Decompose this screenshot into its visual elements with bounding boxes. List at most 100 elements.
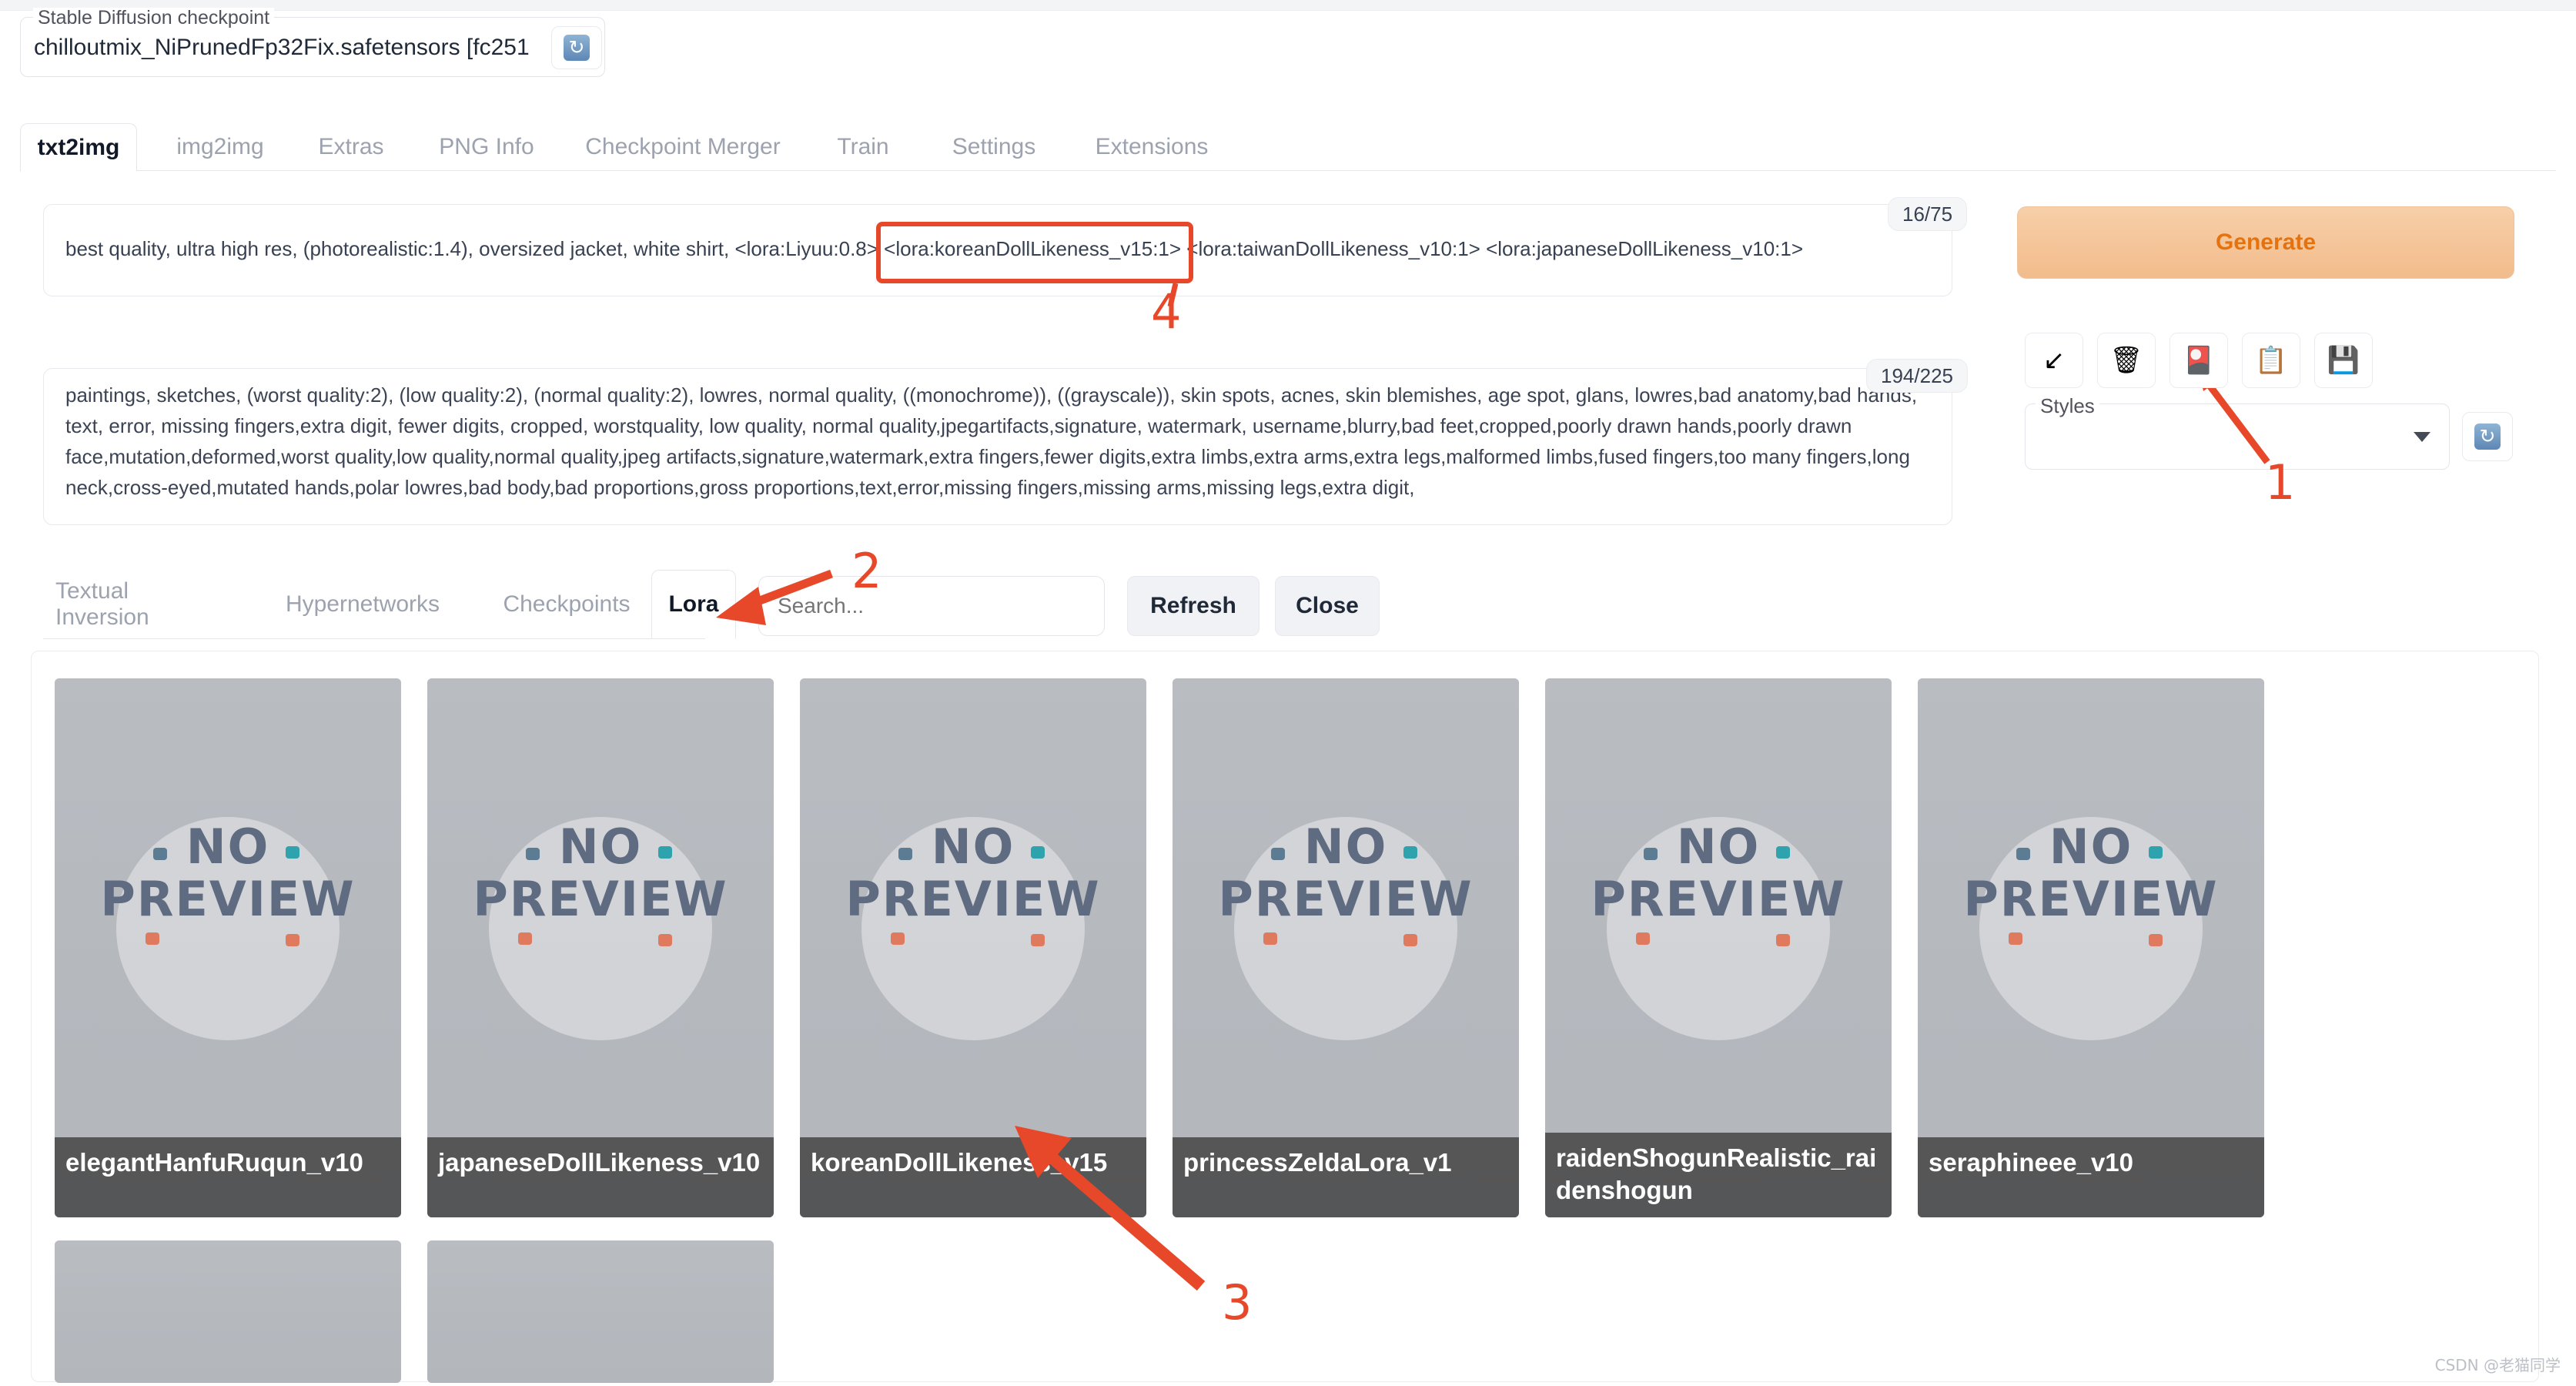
checkpoint-label: Stable Diffusion checkpoint xyxy=(33,8,275,28)
extra-networks-tab-hypernetworks[interactable]: Hypernetworks xyxy=(266,570,459,639)
no-preview-line1: NO xyxy=(1303,819,1388,875)
checkpoint-selector[interactable]: Stable Diffusion checkpoint chilloutmix_… xyxy=(20,8,605,77)
clipboard-button[interactable]: 📋 xyxy=(2242,333,2300,388)
checkpoint-refresh-button[interactable]: ↻ xyxy=(551,26,602,69)
prompt-token-counter: 16/75 xyxy=(1888,197,1968,231)
no-preview-line1: NO xyxy=(186,819,270,875)
tab-img2img[interactable]: img2img xyxy=(159,123,282,171)
no-preview-fleck xyxy=(2149,934,2163,946)
styles-label: Styles xyxy=(2036,394,2099,418)
tab-label: Extras xyxy=(318,134,384,159)
tab-train[interactable]: Train xyxy=(813,123,913,171)
close-networks-button[interactable]: Close xyxy=(1275,576,1380,636)
trash-button[interactable]: 🗑 xyxy=(2097,333,2156,388)
negative-prompt-token-counter: 194/225 xyxy=(1866,359,1968,393)
tab-png-info[interactable]: PNG Info xyxy=(420,123,553,171)
tab-label: PNG Info xyxy=(439,134,534,159)
extra-networks-tab-textual-inversion[interactable]: Textual Inversion xyxy=(43,570,236,639)
lora-card-name: japaneseDollLikeness_v10 xyxy=(427,1137,774,1217)
checkpoint-dropdown[interactable]: Stable Diffusion checkpoint chilloutmix_… xyxy=(20,8,605,77)
tab-label: Checkpoint Merger xyxy=(585,134,781,159)
no-preview-line1: NO xyxy=(1676,819,1761,875)
tab-extras[interactable]: Extras xyxy=(297,123,405,171)
generate-button[interactable]: Generate xyxy=(2017,206,2514,279)
lora-card[interactable]: NO PREVIEW raidenShogunRealistic_raidensho… xyxy=(1545,678,1892,1217)
no-preview-line1: NO xyxy=(558,819,643,875)
extra-networks-tab-rule xyxy=(43,638,705,639)
negative-prompt-value: paintings, sketches, (worst quality:2), … xyxy=(65,383,1918,499)
no-preview-text: NO PREVIEW xyxy=(427,821,774,926)
no-preview-fleck xyxy=(1776,934,1790,946)
extra-networks-tab-label: Checkpoints xyxy=(503,591,631,617)
arrow-down-left-button[interactable]: ↙ xyxy=(2025,333,2083,388)
refresh-icon: ↻ xyxy=(564,35,590,61)
lora-cards-panel: NO PREVIEW elegantHanfuRuqun_v10 NO PREVIEW j… xyxy=(31,651,2539,1383)
trash-icon: 🗑 xyxy=(2109,346,2143,375)
lora-card-name: princessZeldaLora_v1 xyxy=(1173,1137,1519,1217)
extra-networks-tab-label: Textual Inversion xyxy=(55,578,149,630)
annotation-marker-2: 2 xyxy=(851,543,882,599)
close-networks-label: Close xyxy=(1296,593,1359,618)
no-preview-fleck xyxy=(518,932,532,945)
search-input[interactable] xyxy=(758,576,1105,636)
extra-networks-tab-lora[interactable]: Lora xyxy=(651,570,736,639)
caret-down-icon[interactable] xyxy=(2414,432,2430,442)
lora-card-name: raidenShogunRealistic_raidenshogun xyxy=(1545,1133,1892,1217)
tab-label: txt2img xyxy=(37,134,120,160)
refresh-networks-label: Refresh xyxy=(1150,593,1236,618)
extra-networks-tab-checkpoints[interactable]: Checkpoints xyxy=(490,570,644,639)
lora-card-thumbnail xyxy=(55,1240,401,1383)
save-button[interactable]: 💾 xyxy=(2314,333,2373,388)
no-preview-line2: PREVIEW xyxy=(1218,871,1474,927)
lora-card[interactable] xyxy=(55,1240,401,1383)
extra-networks-button[interactable]: 🎴 xyxy=(2170,333,2228,388)
annotation-marker-1: 1 xyxy=(2265,454,2296,511)
extra-networks-icon: 🎴 xyxy=(2182,346,2216,375)
clipboard-icon: 📋 xyxy=(2254,346,2288,375)
lora-card-name: elegantHanfuRuqun_v10 xyxy=(55,1137,401,1217)
no-preview-line2: PREVIEW xyxy=(1591,871,1846,927)
tab-label: Settings xyxy=(952,134,1036,159)
highlight-rect-lora-token xyxy=(876,222,1193,283)
no-preview-fleck xyxy=(1031,934,1045,946)
no-preview-line2: PREVIEW xyxy=(1963,871,2219,927)
negative-prompt-textarea[interactable]: paintings, sketches, (worst quality:2), … xyxy=(43,368,1952,525)
styles-refresh-button[interactable]: ↻ xyxy=(2462,412,2513,461)
tab-txt2img[interactable]: txt2img xyxy=(20,123,137,172)
tab-extensions[interactable]: Extensions xyxy=(1075,123,1229,171)
no-preview-line2: PREVIEW xyxy=(100,871,356,927)
no-preview-line1: NO xyxy=(2049,819,2133,875)
no-preview-line2: PREVIEW xyxy=(473,871,728,927)
no-preview-fleck xyxy=(1263,932,1277,945)
no-preview-fleck xyxy=(1403,934,1417,946)
lora-card[interactable]: NO PREVIEW japaneseDollLikeness_v10 xyxy=(427,678,774,1217)
no-preview-text: NO PREVIEW xyxy=(1173,821,1519,926)
no-preview-line2: PREVIEW xyxy=(845,871,1101,927)
tab-label: img2img xyxy=(176,134,264,159)
lora-card[interactable]: NO PREVIEW elegantHanfuRuqun_v10 xyxy=(55,678,401,1217)
tab-checkpoint-merger[interactable]: Checkpoint Merger xyxy=(568,123,798,171)
arrow-down-left-icon: ↙ xyxy=(2042,346,2066,375)
no-preview-text: NO PREVIEW xyxy=(55,821,401,926)
no-preview-fleck xyxy=(658,934,672,946)
no-preview-fleck xyxy=(1636,932,1650,945)
save-icon: 💾 xyxy=(2327,346,2360,375)
no-preview-fleck xyxy=(891,932,905,945)
no-preview-fleck xyxy=(146,932,159,945)
refresh-networks-button[interactable]: Refresh xyxy=(1127,576,1260,636)
generate-button-label: Generate xyxy=(2215,229,2317,255)
no-preview-fleck xyxy=(286,934,299,946)
no-preview-fleck xyxy=(2009,932,2022,945)
main-tab-bar: txt2img img2img Extras PNG Info Checkpoint M… xyxy=(20,123,2556,172)
lora-card[interactable]: NO PREVIEW princessZeldaLora_v1 xyxy=(1173,678,1519,1217)
no-preview-text: NO PREVIEW xyxy=(800,821,1146,926)
lora-card[interactable] xyxy=(427,1240,774,1383)
lora-card[interactable]: NO PREVIEW koreanDollLikeness_v15 xyxy=(800,678,1146,1217)
tab-label: Train xyxy=(837,134,889,159)
watermark: CSDN @老猫同学 xyxy=(2434,1356,2561,1374)
no-preview-text: NO PREVIEW xyxy=(1918,821,2264,926)
tab-settings[interactable]: Settings xyxy=(928,123,1059,171)
extra-networks-tab-bar: Textual Inversion Hypernetworks Checkpoint… xyxy=(43,570,736,639)
refresh-icon: ↻ xyxy=(2474,424,2501,450)
lora-card[interactable]: NO PREVIEW seraphineee_v10 xyxy=(1918,678,2264,1217)
